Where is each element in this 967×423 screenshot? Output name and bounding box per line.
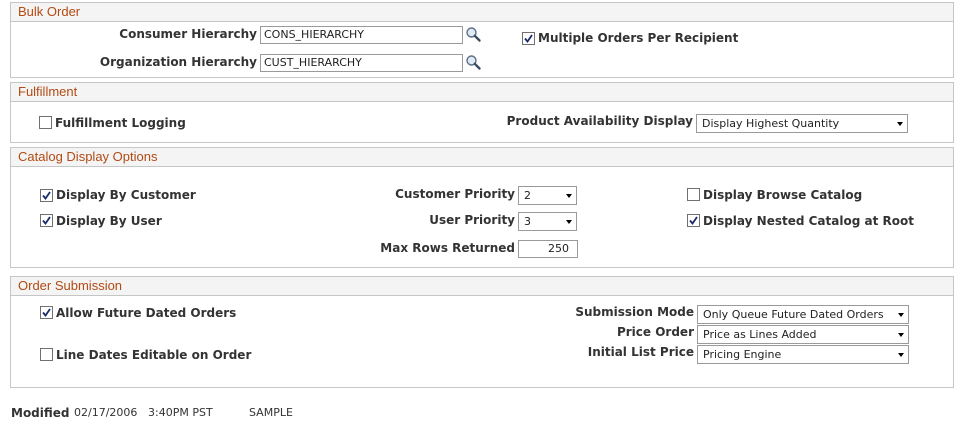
line-dates-editable-checkbox[interactable] — [40, 348, 53, 361]
fulfillment-logging-label: Fulfillment Logging — [55, 116, 186, 130]
submission-mode-label: Submission Mode — [575, 305, 694, 319]
modified-time: 3:40PM PST — [148, 406, 213, 419]
customer-priority-select[interactable]: 2 — [518, 186, 577, 205]
bulk-order-header: Bulk Order — [11, 3, 953, 22]
user-priority-select[interactable]: 3 — [518, 212, 577, 231]
user-priority-value: 3 — [524, 215, 531, 228]
display-browse-catalog-checkbox[interactable] — [687, 188, 700, 201]
allow-future-dated-checkbox[interactable] — [40, 306, 53, 319]
display-by-user-label: Display By User — [56, 214, 162, 228]
user-priority-label: User Priority — [429, 213, 515, 227]
chevron-down-icon — [897, 122, 903, 126]
fulfillment-logging-checkbox[interactable] — [39, 116, 52, 129]
display-by-customer-label: Display By Customer — [56, 188, 196, 202]
checkmark-icon — [42, 216, 51, 225]
display-by-customer-checkbox[interactable] — [40, 189, 53, 202]
price-order-label: Price Order — [616, 325, 694, 339]
chevron-down-icon — [898, 313, 904, 317]
modified-date: 02/17/2006 — [74, 406, 138, 419]
submission-mode-value: Only Queue Future Dated Orders — [703, 308, 884, 321]
modified-by: SAMPLE — [249, 406, 293, 419]
customer-priority-value: 2 — [524, 189, 531, 202]
allow-future-dated-label: Allow Future Dated Orders — [56, 306, 237, 320]
organization-hierarchy-lookup-icon[interactable] — [465, 54, 483, 72]
consumer-hierarchy-input[interactable]: CONS_HIERARCHY — [260, 26, 463, 44]
customer-priority-label: Customer Priority — [395, 187, 515, 201]
consumer-hierarchy-label: Consumer Hierarchy — [119, 27, 257, 41]
chevron-down-icon — [898, 333, 904, 337]
chevron-down-icon — [566, 194, 572, 198]
product-availability-label: Product Availability Display — [506, 114, 693, 128]
display-nested-catalog-label: Display Nested Catalog at Root — [703, 214, 914, 228]
initial-list-price-value: Pricing Engine — [703, 348, 782, 361]
product-availability-select[interactable]: Display Highest Quantity — [696, 114, 908, 133]
line-dates-editable-label: Line Dates Editable on Order — [56, 348, 252, 362]
checkmark-icon — [524, 34, 533, 43]
organization-hierarchy-label: Organization Hierarchy — [99, 55, 257, 69]
display-browse-catalog-label: Display Browse Catalog — [703, 188, 863, 202]
checkmark-icon — [42, 308, 51, 317]
max-rows-input[interactable]: 250 — [518, 240, 578, 258]
multiple-orders-checkbox[interactable] — [522, 32, 535, 45]
display-nested-catalog-checkbox[interactable] — [687, 214, 700, 227]
price-order-value: Price as Lines Added — [703, 328, 817, 341]
display-by-user-checkbox[interactable] — [40, 214, 53, 227]
fulfillment-section: Fulfillment — [10, 82, 954, 143]
chevron-down-icon — [898, 353, 904, 357]
checkmark-icon — [689, 216, 698, 225]
price-order-select[interactable]: Price as Lines Added — [697, 325, 909, 344]
modified-label: Modified — [11, 406, 70, 420]
fulfillment-header: Fulfillment — [11, 83, 953, 102]
checkmark-icon — [42, 191, 51, 200]
multiple-orders-label: Multiple Orders Per Recipient — [538, 31, 739, 45]
catalog-display-header: Catalog Display Options — [11, 148, 953, 167]
organization-hierarchy-input[interactable]: CUST_HIERARCHY — [260, 54, 463, 72]
consumer-hierarchy-lookup-icon[interactable] — [465, 26, 483, 44]
chevron-down-icon — [566, 220, 572, 224]
initial-list-price-label: Initial List Price — [587, 345, 694, 359]
initial-list-price-select[interactable]: Pricing Engine — [697, 345, 909, 364]
order-submission-header: Order Submission — [11, 277, 953, 296]
product-availability-value: Display Highest Quantity — [702, 117, 840, 130]
max-rows-label: Max Rows Returned — [380, 241, 515, 255]
submission-mode-select[interactable]: Only Queue Future Dated Orders — [697, 305, 909, 324]
